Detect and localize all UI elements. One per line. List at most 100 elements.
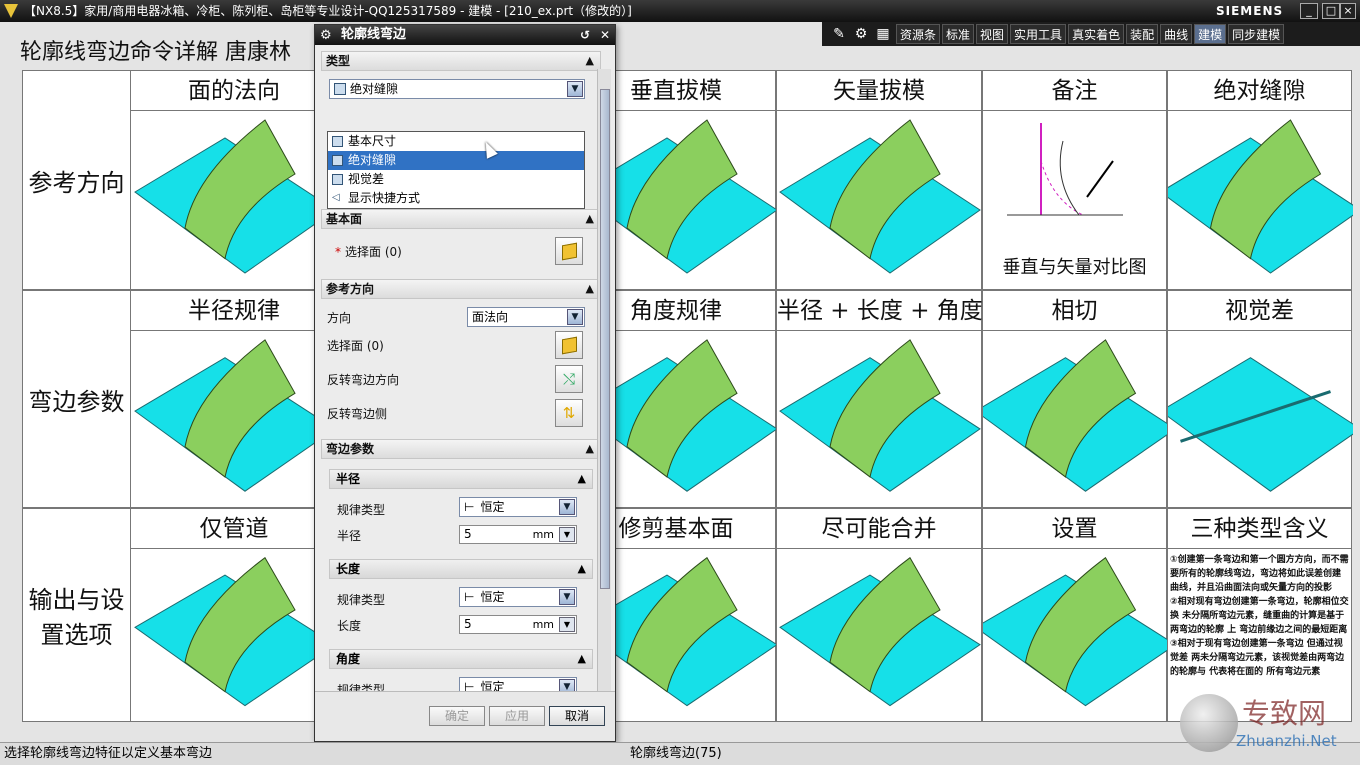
arrow-left-icon: ◁ [332,192,340,203]
section-type[interactable]: 类型 ▲ [321,51,601,71]
surface-illustration [134,556,336,707]
scrollbar-thumb[interactable] [600,89,610,589]
type-option-basic[interactable]: 基本尺寸 [328,132,584,151]
row-header-0: 参考方向 [22,70,131,290]
length-unit: mm [532,618,554,631]
angle-law-label: 规律类型 [337,683,386,691]
length-law-select[interactable]: ⊢ 恒定 ▼ [459,587,577,607]
dialog-gear-icon[interactable]: ⚙ [320,26,332,46]
settings-gear-icon[interactable]: ⚙ [850,24,872,44]
section-flange-params[interactable]: 弯边参数 ▲ [321,439,601,459]
cell-heading: 面的法向 [131,71,337,111]
grid-cell: 面的法向 [130,70,338,290]
ref-select-face-button[interactable] [555,331,583,359]
tab-4[interactable]: 真实着色 [1068,24,1125,44]
dialog-title-bar: ⚙ 轮廓线弯边 ↺ ✕ [315,25,615,45]
radius-title: 半径 [336,472,361,486]
spinner-icon[interactable]: ▼ [559,527,575,542]
length-input[interactable]: 5 mm ▼ [459,615,577,634]
dialog-body: 类型 ▲ 绝对缝隙 ▼ 基本尺寸 绝对缝隙 视觉差 ◁ 显示快捷方式 基本面 ▲ * 选… [321,51,601,691]
option-icon [332,136,343,147]
subsection-length[interactable]: 长度 ▲ [329,559,593,579]
surface-illustration [1168,357,1353,492]
type-option-absolute-gap[interactable]: 绝对缝隙 [328,151,584,170]
grid-cell: 设置 [982,508,1168,722]
tab-1[interactable]: 标准 [942,24,975,44]
close-dialog-icon[interactable]: ✕ [597,27,613,43]
nx-logo-icon [4,4,18,18]
nx-window: 【NX8.5】家用/商用电器冰箱、冷柜、陈列柜、岛柜等专业设计-QQ125317… [0,0,1360,765]
type-select[interactable]: 绝对缝隙 ▼ [329,79,585,99]
radius-law-select[interactable]: ⊢ 恒定 ▼ [459,497,577,517]
cell-heading: 尽可能合并 [777,509,981,549]
type-option-visual[interactable]: 视觉差 [328,170,584,189]
option-icon [332,155,343,166]
dialog-scrollbar[interactable] [597,69,611,693]
tab-0[interactable]: 资源条 [896,24,941,44]
law-icon: ⊢ [464,500,475,514]
watermark-en: Zhuanzhi.Net [1236,732,1337,750]
angle-law-select[interactable]: ⊢ 恒定 ▼ [459,677,577,691]
select-face-label: * 选择面 (0) [335,245,402,259]
collapse-icon[interactable]: ▲ [578,650,586,668]
tab-6[interactable]: 曲线 [1160,24,1193,44]
type-option-shortcuts[interactable]: ◁ 显示快捷方式 [328,189,584,208]
collapse-icon[interactable]: ▲ [578,470,586,488]
dialog-title: 轮廓线弯边 [341,27,407,42]
option-label: 绝对缝隙 [348,153,397,167]
cell-heading: 视觉差 [1168,291,1351,331]
watermark-cn: 专致网 [1242,697,1327,730]
collapse-icon[interactable]: ▲ [586,440,594,458]
length-law-value: 恒定 [480,590,505,604]
grid-cell: 相切 [982,290,1168,508]
collapse-icon[interactable]: ▲ [586,210,594,228]
tab-5[interactable]: 装配 [1126,24,1159,44]
collapse-icon[interactable]: ▲ [578,560,586,578]
reset-icon[interactable]: ↺ [577,27,593,43]
collapse-icon[interactable]: ▲ [586,52,594,70]
reverse-direction-button[interactable]: ⤭ [555,365,583,393]
reverse-arrow-icon: ⤭ [562,370,575,388]
chevron-down-icon[interactable]: ▼ [559,679,575,691]
watermark-ball-icon [1180,694,1238,752]
section-base-face[interactable]: 基本面 ▲ [321,209,601,229]
tab-2[interactable]: 视图 [976,24,1009,44]
section-ref-dir[interactable]: 参考方向 ▲ [321,279,601,299]
direction-value: 面法向 [472,310,509,324]
spinner-icon[interactable]: ▼ [559,617,575,632]
tab-7[interactable]: 建模 [1194,24,1227,44]
reverse-side-button[interactable]: ⇅ [555,399,583,427]
chevron-down-icon[interactable]: ▼ [567,309,583,325]
apply-button[interactable]: 应用 [489,706,545,726]
close-window-button[interactable]: × [1340,3,1356,19]
direction-select[interactable]: 面法向 ▼ [467,307,585,327]
radius-input[interactable]: 5 mm ▼ [459,525,577,544]
type-dropdown-list: 基本尺寸 绝对缝隙 视觉差 ◁ 显示快捷方式 [327,131,585,209]
sketch-tool-icon[interactable]: ✎ [828,24,850,44]
surface-illustration [983,556,1168,707]
cell-heading: 备注 [983,71,1166,111]
minimize-button[interactable]: _ [1300,3,1318,19]
cell-heading: 半径 + 长度 + 角度 [777,291,983,331]
title-bar: 【NX8.5】家用/商用电器冰箱、冷柜、陈列柜、岛柜等专业设计-QQ125317… [0,0,1360,22]
tab-3[interactable]: 实用工具 [1010,24,1067,44]
collapse-icon[interactable]: ▲ [586,280,594,298]
grid-icon[interactable]: ▦ [872,24,894,44]
subsection-radius[interactable]: 半径 ▲ [329,469,593,489]
tab-8[interactable]: 同步建模 [1228,24,1285,44]
grid-cell: 备注 垂直与矢量对比图 [982,70,1167,290]
status-prompt: 选择轮廓线弯边特征以定义基本弯边 [4,746,213,761]
chevron-down-icon[interactable]: ▼ [559,499,575,515]
chevron-down-icon[interactable]: ▼ [559,589,575,605]
maximize-button[interactable]: □ [1322,3,1340,19]
cancel-button[interactable]: 取消 [549,706,605,726]
type-select-value: 绝对缝隙 [350,82,399,96]
ok-button[interactable]: 确定 [429,706,485,726]
subsection-angle[interactable]: 角度 ▲ [329,649,593,669]
option-icon [332,174,343,185]
grid-cell: 仅管道 [130,508,338,722]
select-face-button[interactable] [555,237,583,265]
chevron-down-icon[interactable]: ▼ [567,81,583,97]
cell-heading: 三种类型含义 [1168,509,1351,549]
brand-label: SIEMENS [1216,4,1284,18]
